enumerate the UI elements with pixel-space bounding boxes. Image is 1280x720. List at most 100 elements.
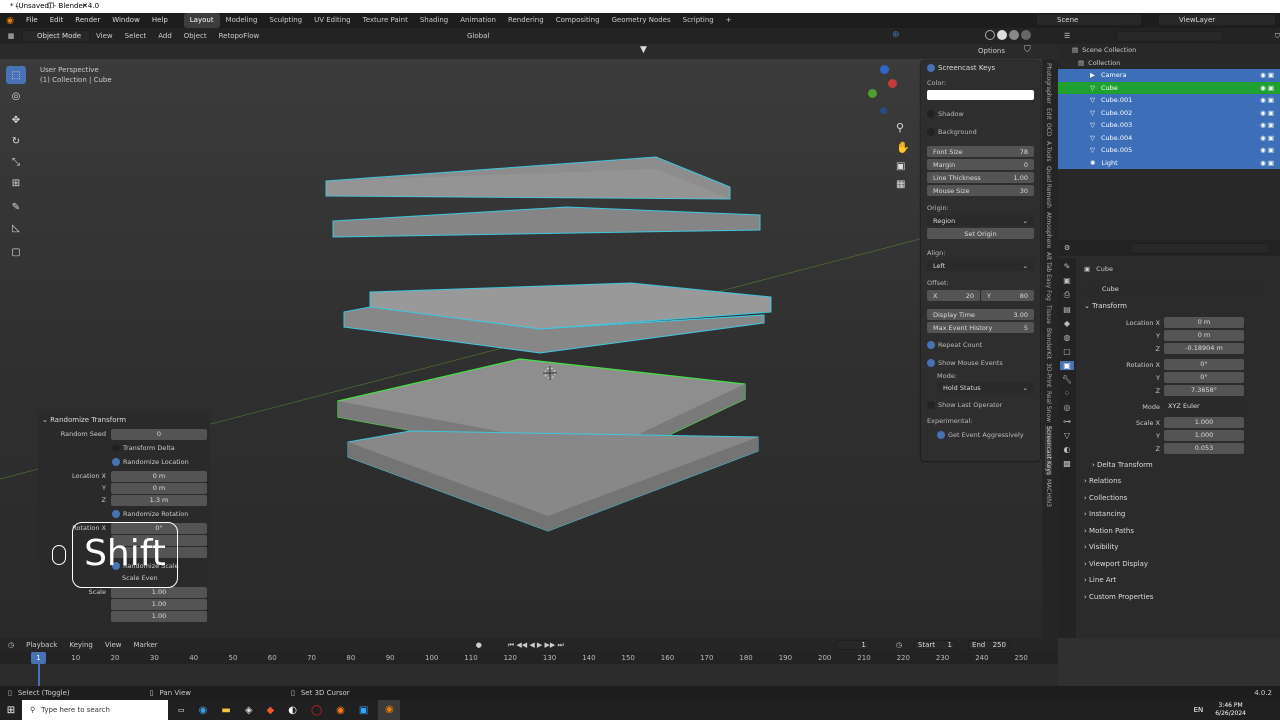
menu-marker[interactable]: Marker [133, 641, 157, 649]
font-size-field[interactable]: Font Size 78 [927, 146, 1034, 157]
location-z-field[interactable]: -0.18904 m [1164, 343, 1244, 354]
location-y-field[interactable]: 0 m [1164, 330, 1244, 341]
rotation-mode-dropdown[interactable]: XYZ Euler [1164, 401, 1250, 412]
render-tab-icon[interactable]: ▣ [1063, 276, 1071, 285]
outliner-item-cube-005[interactable]: ▽ Cube.005 ◉ ▣ [1058, 144, 1280, 157]
collection-row[interactable]: ▤ Collection [1058, 57, 1280, 70]
editor-type-icon[interactable]: ⚙ [1064, 244, 1070, 252]
menu-help[interactable]: Help [146, 13, 174, 28]
app-icon[interactable]: ◈ [245, 705, 253, 716]
wireframe-shading-icon[interactable] [985, 30, 995, 40]
menu-add[interactable]: Add [152, 32, 178, 40]
rotation-x-field[interactable]: 0° [1164, 359, 1244, 370]
scale-y-field[interactable]: 1.000 [1164, 430, 1244, 441]
menu-keying[interactable]: Keying [69, 641, 93, 649]
editor-type-icon[interactable]: ◷ [8, 641, 14, 649]
collection-tab-icon[interactable]: ▢ [1063, 347, 1071, 356]
output-tab-icon[interactable]: ⎙ [1064, 290, 1070, 300]
outliner-item-light[interactable]: ✺ Light ◉ ▣ [1058, 156, 1280, 169]
viewport-display-section[interactable]: › Viewport Display [1084, 556, 1274, 573]
mouse-size-field[interactable]: Mouse Size 30 [927, 185, 1034, 196]
editor-type-icon[interactable]: ▦ [0, 32, 22, 40]
menu-playback[interactable]: Playback [26, 641, 57, 649]
scene-selector[interactable]: Scene [1036, 14, 1142, 26]
tab-3d-print[interactable]: 3D-Print [1045, 363, 1052, 387]
tab-screencast-keys[interactable]: Screencast Keys [1045, 426, 1052, 476]
tab-texture-paint[interactable]: Texture Paint [357, 13, 414, 28]
visibility-section[interactable]: › Visibility [1084, 539, 1274, 556]
blender-logo-icon[interactable]: ◉ [0, 16, 20, 26]
texture-tab-icon[interactable]: ▩ [1063, 459, 1071, 468]
tab-shading[interactable]: Shading [414, 13, 454, 28]
background-checkbox[interactable] [927, 128, 935, 136]
transform-section-header[interactable]: ⌄ Transform [1084, 298, 1274, 315]
scale-z-field[interactable]: 0.053 [1164, 443, 1244, 454]
object-tab-icon[interactable]: ▣ [1060, 361, 1074, 370]
ortho-grid-icon[interactable]: ▦ [896, 179, 905, 190]
constraints-tab-icon[interactable]: ⊶ [1063, 417, 1071, 426]
outliner-item-cube-001[interactable]: ▽ Cube.001 ◉ ▣ [1058, 94, 1280, 107]
filter-icon[interactable]: ⛉ [1024, 45, 1031, 55]
end-frame-field[interactable]: End 250 [967, 640, 1010, 650]
max-history-field[interactable]: Max Event History 5 [927, 322, 1034, 333]
line-art-section[interactable]: › Line Art [1084, 572, 1274, 589]
opera-icon[interactable]: ◯ [311, 705, 322, 716]
move-tool-icon[interactable]: ✥ [6, 111, 26, 129]
task-view-icon[interactable]: ▭ [178, 706, 185, 714]
tab-photographer[interactable]: Photographer [1045, 63, 1052, 104]
rand-location-z-field[interactable]: 1.3 m [111, 494, 207, 506]
outliner-item-camera[interactable]: ▶ Camera ◉ ▣ [1058, 69, 1280, 82]
repeat-count-checkbox[interactable] [927, 341, 935, 349]
rand-location-y-field[interactable]: 0 m [111, 482, 207, 494]
menu-render[interactable]: Render [69, 13, 106, 28]
rotation-z-field[interactable]: 7.3658° [1164, 385, 1244, 396]
shadow-checkbox[interactable] [927, 110, 935, 118]
add-cube-tool-icon[interactable]: ▢ [6, 243, 26, 261]
mouse-mode-dropdown[interactable]: Hold Status ⌄ [937, 382, 1034, 393]
tab-atools[interactable]: A.Tools [1045, 141, 1052, 162]
gizmo-toggle-icon[interactable]: ⊕ [892, 30, 900, 40]
tab-rendering[interactable]: Rendering [502, 13, 550, 28]
rand-scale-x-field[interactable]: 1.00 [111, 586, 207, 598]
tab-real-snow[interactable]: Real Snow [1045, 391, 1052, 422]
material-shading-icon[interactable] [1009, 30, 1019, 40]
tab-tissue[interactable]: Tissue [1045, 305, 1052, 324]
filter-icon[interactable]: ▼ [640, 45, 647, 55]
menu-window[interactable]: Window [106, 13, 146, 28]
current-frame-field[interactable]: 1 [835, 640, 870, 650]
offset-y-field[interactable]: Y 80 [981, 290, 1034, 301]
app-icon[interactable]: ◐ [288, 705, 297, 716]
modifier-tab-icon[interactable]: 🔧︎ [1062, 375, 1072, 384]
file-explorer-icon[interactable]: ▬ [221, 705, 230, 716]
menu-retopoflow[interactable]: RetopoFlow [213, 32, 266, 40]
physics-tab-icon[interactable]: ◎ [1064, 403, 1071, 412]
firefox-icon[interactable]: ◉ [336, 705, 345, 716]
tool-tab-icon[interactable]: ✎ [1064, 262, 1071, 271]
keyframe-dot-icon[interactable]: ● [476, 641, 482, 649]
start-frame-field[interactable]: Start 1 [913, 640, 956, 650]
options-button[interactable]: Options [972, 47, 1011, 55]
tab-uv-editing[interactable]: UV Editing [308, 13, 357, 28]
tab-edit[interactable]: Edit [1045, 108, 1052, 120]
outliner-search-input[interactable] [1116, 30, 1223, 42]
display-time-field[interactable]: Display Time 3.00 [927, 309, 1034, 320]
randomize-location-checkbox[interactable] [112, 458, 120, 466]
annotate-tool-icon[interactable]: ✎ [6, 198, 26, 216]
solid-shading-icon[interactable] [997, 30, 1007, 40]
tab-geometry-nodes[interactable]: Geometry Nodes [606, 13, 677, 28]
material-tab-icon[interactable]: ◐ [1064, 445, 1071, 454]
lang-indicator[interactable]: EN [1194, 706, 1204, 714]
tab-scripting[interactable]: Scripting [677, 13, 720, 28]
transform-tool-icon[interactable]: ⊞ [6, 174, 26, 192]
object-name-field[interactable]: Cube [1084, 283, 1264, 295]
scale-tool-icon[interactable]: ⤡ [6, 153, 26, 171]
tab-layout[interactable]: Layout [183, 13, 220, 28]
outliner-item-cube[interactable]: ▽ Cube ◉ ▣ [1058, 81, 1280, 94]
menu-view[interactable]: View [90, 32, 119, 40]
world-tab-icon[interactable]: ◍ [1064, 333, 1071, 342]
photoshop-icon[interactable]: ▣ [359, 705, 368, 716]
menu-file[interactable]: File [20, 13, 44, 28]
playhead[interactable]: 1 [31, 652, 46, 664]
rand-scale-z-field[interactable]: 1.00 [111, 610, 207, 622]
cursor-tool-icon[interactable]: ◎ [6, 87, 26, 105]
